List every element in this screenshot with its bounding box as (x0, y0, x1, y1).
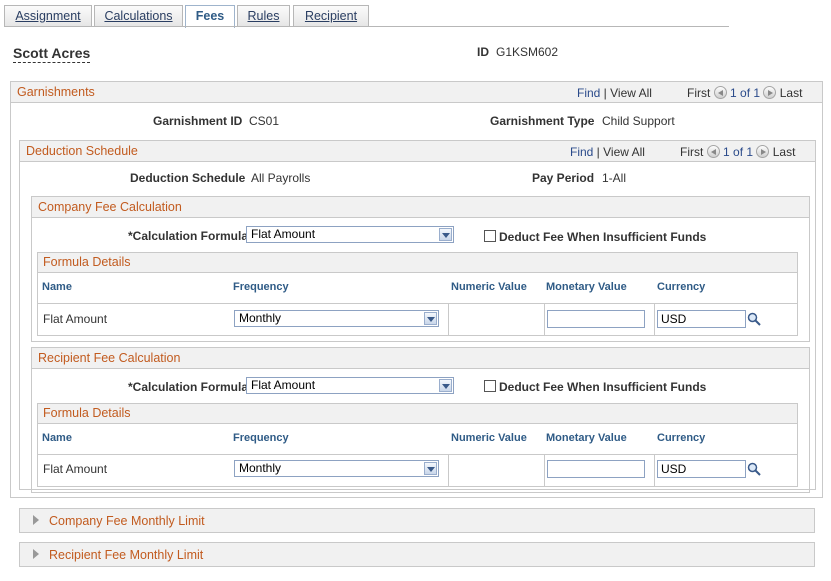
garnishments-view-all-link[interactable]: View All (610, 86, 652, 100)
deduction-view-all-link[interactable]: View All (603, 145, 645, 159)
recipient-col-frequency: Frequency (233, 432, 289, 444)
chevron-down-icon (439, 379, 452, 392)
company-frequency-select[interactable]: Monthly (234, 310, 439, 327)
recipient-monetary-input[interactable] (547, 460, 645, 478)
deduction-header: Deduction Schedule Find | View All First… (20, 141, 815, 162)
garnishments-pager-count: 1 of 1 (730, 86, 761, 100)
garnishments-header: Garnishments Find | View All First 1 of … (11, 82, 822, 103)
company-col-name: Name (42, 281, 72, 293)
recipient-formula-label: *Calculation Formula (128, 380, 249, 394)
deduction-find-link[interactable]: Find (570, 145, 593, 159)
recipient-frequency-select[interactable]: Monthly (234, 460, 439, 477)
recipient-row-name: Flat Amount (43, 462, 108, 476)
garnishment-type-label: Garnishment Type (490, 114, 595, 128)
deduction-last: Last (772, 145, 796, 159)
recipient-col-monetary: Monetary Value (546, 432, 627, 444)
employee-id-value: G1KSM602 (496, 45, 559, 59)
tab-assignment[interactable]: Assignment (4, 5, 92, 26)
company-col-frequency: Frequency (233, 281, 289, 293)
recipient-frequency-value: Monthly (239, 461, 282, 475)
chevron-down-icon (424, 462, 437, 475)
company-frequency-value: Monthly (239, 311, 282, 325)
employee-id-label: ID (477, 45, 489, 59)
expand-arrow-icon (33, 549, 39, 559)
recipient-details-divider (38, 454, 797, 455)
garnishments-prev-icon[interactable] (713, 86, 727, 99)
tab-fees[interactable]: Fees (185, 5, 235, 28)
recipient-fee-title: Recipient Fee Calculation (38, 351, 181, 365)
company-deduct-label: Deduct Fee When Insufficient Funds (499, 230, 707, 244)
deduction-next-icon[interactable] (756, 145, 770, 158)
employee-name: Scott Acres (13, 45, 91, 63)
deduction-schedule-label: Deduction Schedule (130, 171, 246, 185)
company-deduct-checkbox[interactable] (484, 230, 496, 242)
deduction-pager: First 1 of 1 Last (680, 145, 795, 159)
company-formula-select[interactable]: Flat Amount (246, 226, 454, 243)
deduction-nav: Find | View All (570, 145, 645, 159)
col-divider (654, 303, 655, 335)
tab-rules[interactable]: Rules (237, 5, 290, 26)
tab-recipient[interactable]: Recipient (293, 5, 369, 26)
col-divider (654, 454, 655, 486)
recipient-formula-select[interactable]: Flat Amount (246, 377, 454, 394)
garnishments-pager: First 1 of 1 Last (687, 86, 802, 100)
recipient-fee-monthly-limit[interactable]: Recipient Fee Monthly Limit (19, 542, 815, 567)
company-row-name: Flat Amount (43, 312, 108, 326)
recipient-col-currency: Currency (657, 432, 706, 444)
company-fee-header: Company Fee Calculation (32, 197, 809, 218)
company-col-currency: Currency (657, 281, 706, 293)
company-fee-title: Company Fee Calculation (38, 200, 182, 214)
col-divider (544, 454, 545, 486)
recipient-col-name: Name (42, 432, 72, 444)
garnishments-title: Garnishments (17, 85, 95, 99)
recipient-deduct-checkbox[interactable] (484, 380, 496, 392)
recipient-deduct-label: Deduct Fee When Insufficient Funds (499, 380, 707, 394)
search-icon[interactable] (747, 312, 761, 326)
recipient-details-header: Formula Details (38, 404, 797, 424)
garnishment-id-value: CS01 (249, 114, 280, 128)
deduction-title: Deduction Schedule (26, 144, 138, 158)
search-icon[interactable] (747, 462, 761, 476)
company-details-title: Formula Details (43, 255, 131, 269)
recipient-limit-title: Recipient Fee Monthly Limit (49, 548, 204, 562)
tab-calculations[interactable]: Calculations (94, 5, 183, 26)
deduction-first: First (680, 145, 704, 159)
company-details-header: Formula Details (38, 253, 797, 273)
recipient-details-title: Formula Details (43, 406, 131, 420)
garnishments-find-link[interactable]: Find (577, 86, 600, 100)
garnishments-last: Last (779, 86, 803, 100)
company-monetary-input[interactable] (547, 310, 645, 328)
col-divider (544, 303, 545, 335)
company-details-divider (38, 303, 797, 304)
col-divider (448, 454, 449, 486)
col-divider (448, 303, 449, 335)
garnishments-next-icon[interactable] (763, 86, 777, 99)
company-currency-input[interactable]: USD (657, 310, 746, 328)
garnishments-first: First (687, 86, 711, 100)
pay-period-label: Pay Period (532, 171, 595, 185)
garnishment-id-label: Garnishment ID (153, 114, 243, 128)
garnishment-type-value: Child Support (602, 114, 675, 128)
company-col-numeric: Numeric Value (451, 281, 527, 293)
company-formula-label: *Calculation Formula (128, 229, 249, 243)
recipient-currency-input[interactable]: USD (657, 460, 746, 478)
chevron-down-icon (439, 228, 452, 241)
expand-arrow-icon (33, 515, 39, 525)
company-formula-value: Flat Amount (251, 227, 316, 241)
pay-period-value: 1-All (602, 171, 627, 185)
company-fee-monthly-limit[interactable]: Company Fee Monthly Limit (19, 508, 815, 533)
deduction-pager-count: 1 of 1 (723, 145, 754, 159)
chevron-down-icon (424, 312, 437, 325)
garnishments-nav: Find | View All (577, 86, 652, 100)
recipient-col-numeric: Numeric Value (451, 432, 527, 444)
deduction-prev-icon[interactable] (706, 145, 720, 158)
company-limit-title: Company Fee Monthly Limit (49, 514, 205, 528)
recipient-formula-value: Flat Amount (251, 378, 316, 392)
deduction-schedule-value: All Payrolls (251, 171, 311, 185)
recipient-fee-header: Recipient Fee Calculation (32, 348, 809, 369)
tab-divider (4, 26, 729, 27)
company-col-monetary: Monetary Value (546, 281, 627, 293)
